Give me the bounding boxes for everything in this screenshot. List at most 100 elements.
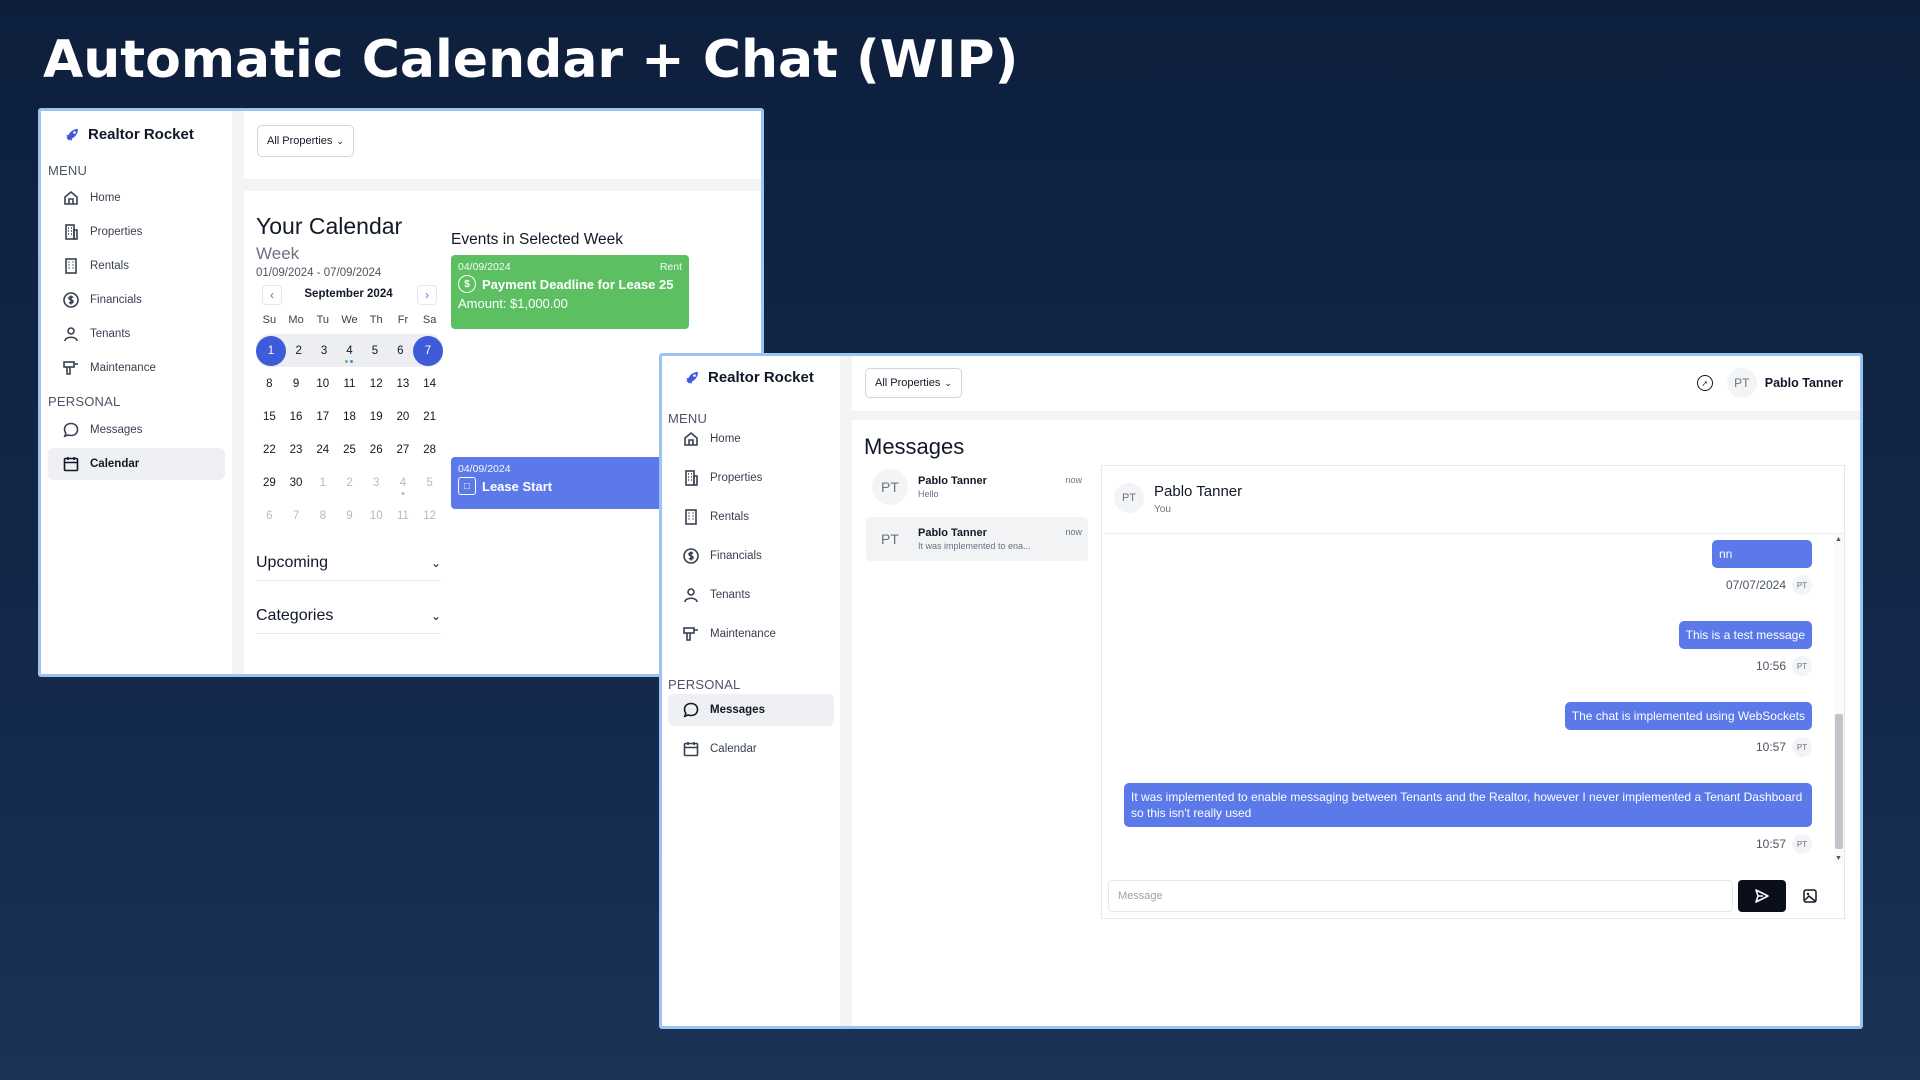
image-icon (1803, 889, 1817, 903)
event-date: 04/09/2024 (458, 463, 511, 475)
calendar-day[interactable]: 9 (283, 370, 310, 398)
calendar-day-other-month[interactable]: 1 (309, 469, 336, 497)
calendar-day[interactable]: 2 (286, 337, 311, 365)
calendar-day-other-month[interactable]: 10 (363, 502, 390, 530)
day-number: 4 (346, 344, 353, 357)
upcoming-accordion[interactable]: Upcoming ⌄ (256, 545, 441, 581)
event-card-payment[interactable]: 04/09/2024 Rent $ Payment Deadline for Lea… (451, 255, 689, 329)
property-filter-select[interactable]: All Properties ⌄ (865, 368, 962, 398)
compass-icon[interactable]: ➚ (1696, 375, 1713, 391)
calendar-day-other-month[interactable]: 6 (256, 502, 283, 530)
calendar-icon (62, 455, 80, 473)
sidebar-item-properties[interactable]: Properties (48, 216, 194, 248)
categories-accordion[interactable]: Categories ⌄ (256, 598, 441, 634)
calendar-day[interactable]: 18 (336, 403, 363, 431)
sidebar-item-messages[interactable]: Messages (48, 414, 194, 446)
send-button[interactable] (1738, 880, 1786, 912)
scroll-up-icon[interactable]: ▲ (1835, 536, 1842, 543)
calendar-day[interactable]: 13 (390, 370, 417, 398)
conversation-item[interactable]: PT Pablo Tanner Hello now (866, 465, 1088, 509)
calendar-day[interactable]: 26 (363, 436, 390, 464)
sidebar-item-tenants[interactable]: Tenants (668, 579, 834, 611)
sidebar-item-messages[interactable]: Messages (668, 694, 834, 726)
calendar-day[interactable]: 25 (336, 436, 363, 464)
property-filter-select[interactable]: All Properties ⌄ (257, 125, 354, 157)
calendar-day[interactable]: 15 (256, 403, 283, 431)
brand[interactable]: Realtor Rocket (684, 369, 814, 386)
calendar-day-other-month-with-events[interactable]: 4 (390, 469, 417, 497)
sidebar-item-label: Home (710, 433, 741, 445)
sidebar-item-financials[interactable]: Financials (48, 284, 194, 316)
calendar-day[interactable]: 21 (416, 403, 443, 431)
sidebar-item-label: Properties (710, 472, 763, 484)
calendar-day[interactable]: 27 (390, 436, 417, 464)
sidebar-item-maintenance[interactable]: Maintenance (48, 352, 194, 384)
calendar-day[interactable]: 19 (363, 403, 390, 431)
sidebar-item-label: Rentals (710, 511, 749, 523)
user-name[interactable]: Pablo Tanner (1765, 376, 1843, 390)
chat-scrollbar[interactable]: ▲ ▼ (1834, 534, 1844, 864)
avatar: PT (1792, 656, 1812, 676)
calendar-day[interactable]: 12 (363, 370, 390, 398)
calendar-day[interactable]: 1 (256, 335, 286, 366)
sidebar-item-calendar[interactable]: Calendar (48, 448, 225, 480)
calendar-day[interactable]: 24 (309, 436, 336, 464)
calendar-day[interactable]: 20 (390, 403, 417, 431)
calendar-day[interactable]: 28 (416, 436, 443, 464)
sidebar-item-home[interactable]: Home (48, 182, 194, 214)
calendar-day[interactable]: 14 (416, 370, 443, 398)
weekday-label: Mo (288, 314, 304, 326)
next-month-button[interactable]: › (417, 285, 437, 305)
calendar-day-other-month[interactable]: 12 (416, 502, 443, 530)
sidebar-item-rentals[interactable]: Rentals (668, 501, 834, 533)
calendar-day-other-month[interactable]: 7 (283, 502, 310, 530)
calendar-day[interactable]: 7 (412, 335, 443, 366)
weekday-label: Fr (397, 314, 409, 326)
calendar-day[interactable]: 23 (283, 436, 310, 464)
calendar-day-other-month[interactable]: 8 (309, 502, 336, 530)
chat-header: PT Pablo Tanner You (1102, 466, 1844, 534)
sidebar-item-rentals[interactable]: Rentals (48, 250, 194, 282)
avatar[interactable]: PT (1726, 368, 1757, 398)
calendar-day-other-month[interactable]: 11 (390, 502, 417, 530)
property-filter-label: All Properties (875, 377, 941, 389)
calendar-day[interactable]: 6 (388, 337, 413, 365)
calendar-day[interactable]: 29 (256, 469, 283, 497)
slide-title: Automatic Calendar + Chat (WIP) (43, 30, 1019, 90)
calendar-day-other-month[interactable]: 2 (336, 469, 363, 497)
calendar-day[interactable]: 5 (362, 337, 387, 365)
calendar-day[interactable]: 16 (283, 403, 310, 431)
message-input[interactable] (1108, 880, 1733, 912)
conversation-item[interactable]: PT Pablo Tanner It was implemented to en… (866, 517, 1088, 561)
calendar-day[interactable]: 30 (283, 469, 310, 497)
calendar-day[interactable]: 10 (309, 370, 336, 398)
event-card-lease-start[interactable]: 04/09/2024 □ Lease Start (451, 457, 689, 509)
chat-icon (62, 421, 80, 439)
sidebar-item-home[interactable]: Home (668, 423, 834, 455)
event-name: Payment Deadline for Lease 25 (482, 276, 674, 292)
calendar-day[interactable]: 11 (336, 370, 363, 398)
calendar-day-other-month[interactable]: 3 (363, 469, 390, 497)
attach-image-button[interactable] (1800, 886, 1820, 906)
message-bubble: nn (1712, 540, 1812, 568)
calendar-day[interactable]: 22 (256, 436, 283, 464)
conversation-name: Pablo Tanner (918, 475, 987, 487)
event-dots (401, 491, 405, 495)
sidebar-item-properties[interactable]: Properties (668, 462, 834, 494)
sidebar-item-label: Tenants (90, 328, 131, 340)
weekday-header: Su Mo Tu We Th Fr Sa (256, 314, 443, 334)
sidebar-item-tenants[interactable]: Tenants (48, 318, 194, 350)
calendar-day-other-month[interactable]: 5 (416, 469, 443, 497)
calendar-day[interactable]: 8 (256, 370, 283, 398)
calendar-day[interactable]: 3 (311, 337, 336, 365)
sidebar-item-calendar[interactable]: Calendar (668, 733, 834, 765)
calendar-day-with-events[interactable]: 4 (337, 337, 362, 365)
sidebar-item-financials[interactable]: Financials (668, 540, 834, 572)
sidebar-item-maintenance[interactable]: Maintenance (668, 618, 834, 650)
calendar-day[interactable]: 17 (309, 403, 336, 431)
scrollbar-thumb[interactable] (1835, 714, 1843, 849)
scroll-down-icon[interactable]: ▼ (1835, 855, 1842, 862)
office-icon (62, 257, 80, 275)
brand[interactable]: Realtor Rocket (64, 126, 194, 143)
calendar-day-other-month[interactable]: 9 (336, 502, 363, 530)
